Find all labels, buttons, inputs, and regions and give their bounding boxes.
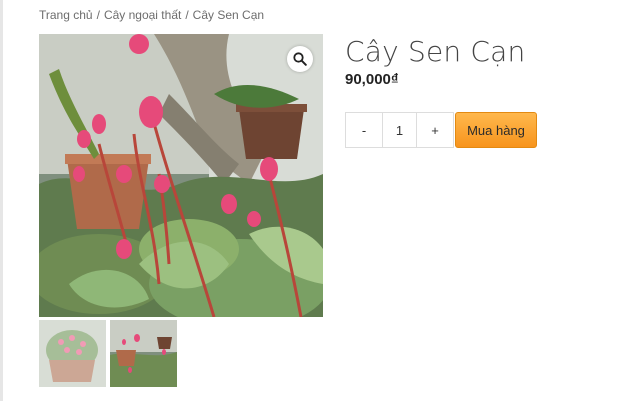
thumbnail-photo-1: [39, 320, 106, 387]
thumbnail-photo-2: [110, 320, 177, 387]
product-main-image[interactable]: [39, 34, 323, 317]
thumbnail-2[interactable]: [110, 320, 177, 387]
left-edge-bar: [0, 0, 3, 401]
product-price: 90,000₫: [345, 71, 399, 88]
zoom-button[interactable]: [287, 46, 313, 72]
product-photo: [39, 34, 323, 317]
breadcrumb-current: Cây Sen Cạn: [192, 8, 265, 22]
breadcrumb-category-link[interactable]: Cây ngoại thất: [104, 8, 181, 22]
magnifier-icon: [293, 52, 307, 66]
product-title: Cây Sen Cạn: [345, 35, 526, 68]
thumbnail-1[interactable]: [39, 320, 106, 387]
quantity-increase-button[interactable]: +: [417, 113, 453, 147]
quantity-decrease-button[interactable]: -: [346, 113, 382, 147]
thumbnail-gallery: [39, 320, 177, 387]
quantity-input[interactable]: 1: [382, 113, 417, 147]
breadcrumb-separator: /: [96, 8, 100, 22]
breadcrumb-separator: /: [185, 8, 189, 22]
quantity-stepper: - 1 +: [345, 112, 454, 148]
buy-button[interactable]: Mua hàng: [455, 112, 537, 148]
breadcrumb-home-link[interactable]: Trang chủ: [39, 8, 93, 22]
breadcrumb: Trang chủ / Cây ngoại thất / Cây Sen Cạn: [39, 8, 264, 22]
